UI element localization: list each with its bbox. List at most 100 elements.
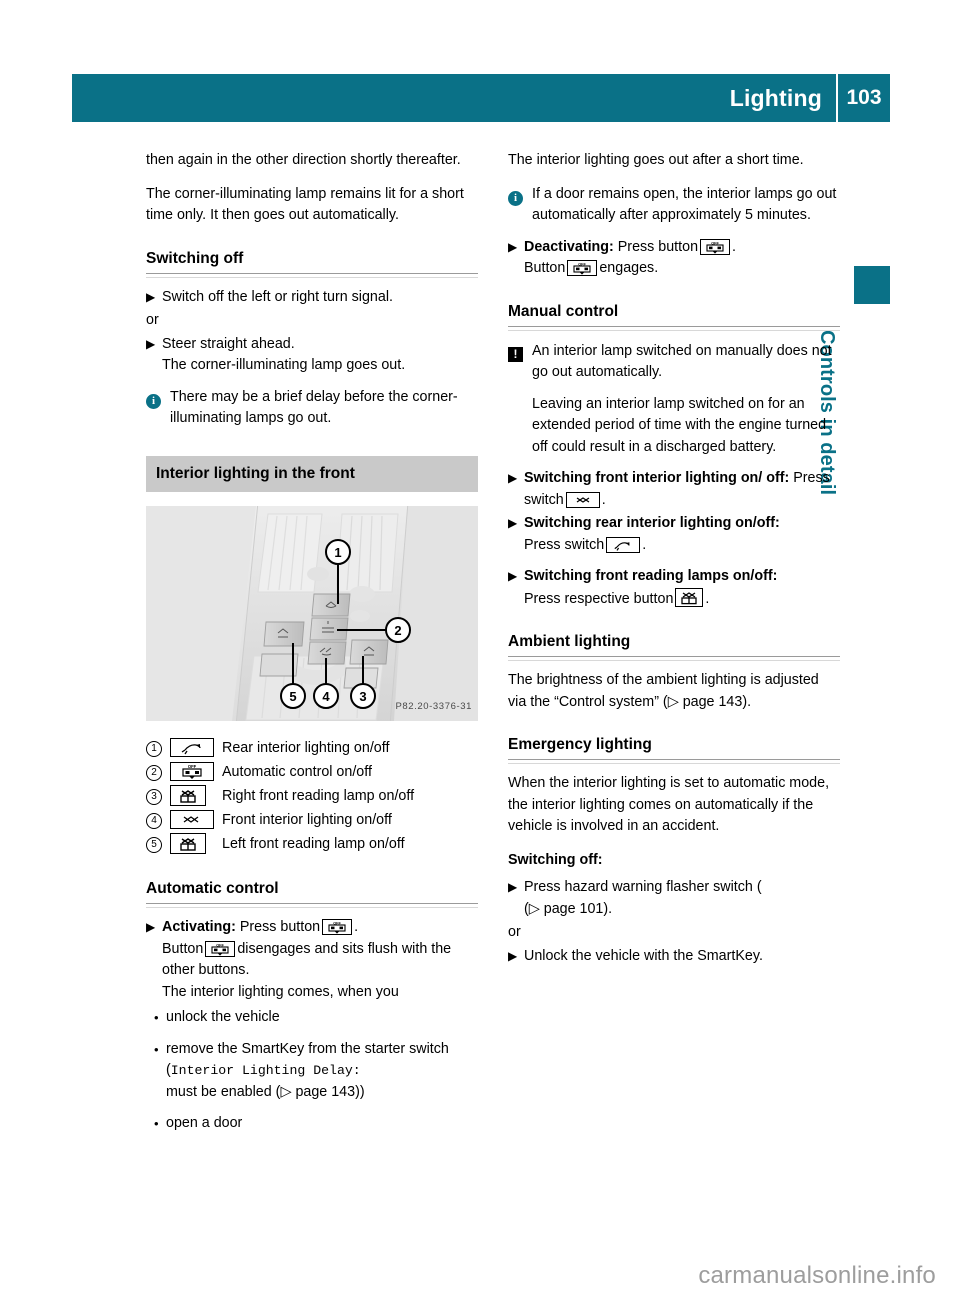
step-after-text: . — [732, 238, 737, 255]
emergency-switching-off-label: Switching off: — [508, 851, 603, 868]
reading-lamp-icon — [675, 587, 704, 607]
info-note-text: There may be a brief delay before the co… — [170, 388, 458, 427]
legend-text: Automatic control on/off — [222, 764, 372, 781]
heading-rule — [508, 759, 840, 764]
step-main-text: Press button — [617, 238, 699, 255]
automatic-control-icon: OFF — [322, 919, 353, 935]
info-icon: i — [508, 184, 532, 227]
heading-emergency-lighting: Emergency lighting — [508, 736, 652, 753]
legend-number: 5 — [146, 834, 168, 856]
info-note-text: If a door remains open, the interior lam… — [532, 185, 837, 224]
step-arrow-icon: ▶ — [508, 948, 518, 963]
legend-text: Front interior lighting on/off — [222, 812, 392, 829]
page-ref-icon: ▷ — [528, 900, 540, 917]
step-label: Switching rear interior lighting on/off: — [524, 515, 780, 531]
step-text: Switch off the left or right turn signal… — [162, 288, 393, 305]
figure-legend: 1 Rear interior lighting on/off 2 OFF Au… — [146, 737, 478, 857]
step-label: Deactivating: — [524, 238, 614, 255]
heading-rule — [508, 656, 840, 661]
bullet-dot-icon: • — [154, 1116, 159, 1131]
legend-number: 3 — [146, 786, 168, 808]
step-text: Switching front interior lighting on/ of… — [524, 468, 840, 511]
step-main-text: Press hazard warning flasher switch ( — [524, 879, 762, 895]
svg-text:4: 4 — [322, 689, 330, 704]
site-watermark: carmanualsonline.info — [698, 1262, 936, 1289]
step-main-text: Steer straight ahead. — [162, 335, 295, 352]
automatic-control-icon: OFF — [168, 761, 222, 785]
left-column: then again in the other direction shortl… — [146, 150, 478, 1145]
page-title: Lighting — [729, 84, 822, 111]
automatic-control-icon: OFF — [567, 260, 598, 276]
warning-note-manual-lamp: ! An interior lamp switched on manually … — [508, 341, 840, 459]
page-ref: page 143 — [682, 693, 743, 710]
bullet-text: remove the SmartKey from the starter swi… — [166, 1039, 478, 1104]
legend-row-2: 2 OFF Automatic control on/off — [146, 761, 478, 785]
legend-text: Rear interior lighting on/off — [222, 740, 390, 757]
step-press-hazard-flasher: ▶ Press hazard warning flasher switch ((… — [508, 877, 840, 920]
legend-number: 1 — [146, 738, 168, 760]
step-arrow-icon: ▶ — [508, 239, 518, 254]
ambient-text-before: The brightness of the ambient lighting i… — [508, 672, 819, 710]
heading-manual-control: Manual control — [508, 302, 619, 320]
step-arrow-icon: ▶ — [146, 336, 156, 351]
step-arrow-icon: ▶ — [146, 920, 156, 934]
figure-id: P82.20-3376-31 — [395, 700, 472, 712]
step-sub-text: The corner-illuminating lamp goes out. — [162, 357, 406, 373]
step-label: Switching front reading lamps on/off: — [524, 568, 778, 584]
banner-interior-lighting-front: Interior lighting in the front — [146, 455, 478, 492]
menu-path-mono: Interior Lighting Delay: — [170, 1063, 361, 1078]
svg-text:OFF: OFF — [188, 764, 197, 769]
automatic-control-icon: OFF — [700, 238, 731, 255]
step-after-text: . — [642, 536, 647, 553]
step-text: Unlock the vehicle with the SmartKey. — [524, 947, 763, 964]
step-text: Activating: Press button OFF. Button OFF di… — [162, 917, 478, 1003]
svg-text:1: 1 — [334, 545, 341, 560]
step-label: Switching front interior lighting on/ of… — [524, 470, 790, 486]
step-main-text: Press switch — [524, 536, 605, 553]
intro-paragraph-1: then again in the other direction shortl… — [146, 152, 461, 168]
page-ref: page 143 — [295, 1083, 356, 1100]
step-main-text: Press respective button — [524, 590, 674, 607]
step-sub-line: Press switch. — [524, 535, 840, 557]
page-header-bar: Lighting 103 — [72, 74, 890, 122]
legend-row-3: 3 Right front reading lamp on/off — [146, 784, 478, 810]
heading-rule — [146, 903, 478, 908]
bullet-dot-icon: • — [154, 1010, 159, 1025]
automatic-control-bullets: • unlock the vehicle • remove the SmartK… — [146, 1007, 478, 1135]
svg-text:5: 5 — [289, 689, 296, 704]
legend-text: Right front reading lamp on/off — [222, 788, 415, 805]
page-ref-icon: ▷ — [280, 1083, 292, 1100]
reading-lamp-icon — [168, 784, 222, 810]
step-after-text: . — [601, 491, 606, 508]
heading-rule — [146, 272, 478, 278]
legend-row-1: 1 Rear interior lighting on/off — [146, 737, 478, 761]
page-ref: page 101 — [543, 900, 604, 917]
svg-text:2: 2 — [394, 623, 401, 638]
step-arrow-icon: ▶ — [508, 516, 518, 530]
bullet-text: open a door — [166, 1115, 243, 1131]
step-switch-front-reading-lamps: ▶ Switching front reading lamps on/off: … — [508, 566, 840, 610]
step-activating: ▶ Activating: Press button OFF. Button OFF… — [146, 917, 478, 1003]
heading-switching-off: Switching off — [146, 249, 244, 267]
step-text: Deactivating: Press button OFF. Button OFF… — [524, 237, 840, 280]
legend-row-4: 4 Front interior lighting on/off — [146, 809, 478, 833]
step-label: Activating: — [162, 919, 236, 935]
warning-text-1: An interior lamp switched on manually do… — [532, 342, 832, 381]
warning-icon: ! — [508, 341, 532, 459]
bullet-text-after: must be enabled ( — [166, 1083, 281, 1100]
bullet-remove-smartkey: • remove the SmartKey from the starter s… — [146, 1039, 478, 1104]
heading-ambient-lighting: Ambient lighting — [508, 633, 631, 650]
step-text: Press hazard warning flasher switch ((▷ … — [524, 877, 840, 920]
info-note-door-open: i If a door remains open, the interior l… — [508, 184, 840, 227]
or-label-left: or — [146, 312, 159, 328]
step-after-text: . — [705, 590, 710, 607]
step-sub-line: Button OFF engages. — [524, 258, 840, 280]
step-switch-front-interior-lighting: ▶ Switching front interior lighting on/ … — [508, 468, 840, 511]
step-steer-straight-ahead: ▶ Steer straight ahead. The corner-illum… — [146, 334, 478, 377]
step-main-text: Press button — [239, 919, 321, 935]
bullet-dot-icon: • — [154, 1041, 159, 1057]
step-arrow-icon: ▶ — [508, 880, 518, 894]
ambient-lighting-paragraph: The brightness of the ambient lighting i… — [508, 670, 840, 713]
step-text: Steer straight ahead. The corner-illumin… — [162, 334, 478, 377]
right-intro-paragraph: The interior lighting goes out after a s… — [508, 152, 804, 168]
